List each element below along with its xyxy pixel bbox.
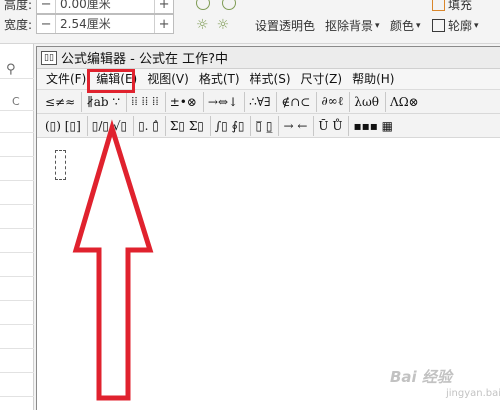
watermark-logo: Bai 经验 [390, 368, 452, 386]
up-arrow-shape [72, 119, 154, 401]
screen: 高度: − 0.00厘米 + 宽度: − 2.54厘米 + ☼ ☼ 设置透明色 … [0, 0, 500, 410]
watermark-url: jingyan.baidu.com [446, 388, 500, 399]
up-arrow-annotation [72, 119, 154, 401]
